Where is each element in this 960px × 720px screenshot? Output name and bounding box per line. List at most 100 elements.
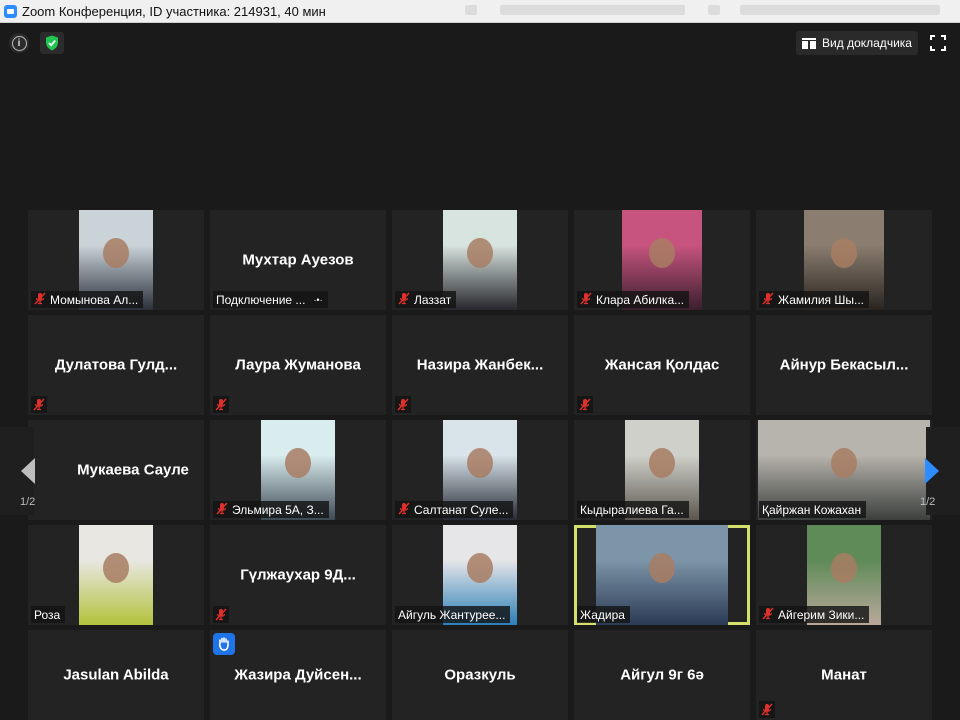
participant-name: Салтанат Суле...: [414, 502, 509, 517]
muted-mic-icon: [762, 606, 774, 620]
muted-mic-icon: [579, 398, 591, 411]
participant-video: [79, 525, 153, 625]
participant-tile[interactable]: Гүлжаухар 9Д...: [210, 525, 386, 625]
participant-tile[interactable]: Жазира Дуйсен...: [210, 630, 386, 720]
page-indicator-right: 1/2: [920, 496, 936, 508]
participant-silhouette: [103, 553, 129, 583]
participant-tile[interactable]: Назира Жанбек...: [392, 315, 568, 415]
meeting-info-button[interactable]: i: [9, 33, 29, 53]
muted-mic-icon: [762, 291, 774, 305]
participant-name-label: Жадира: [577, 606, 630, 623]
participant-name: Жазира Дуйсен...: [234, 666, 362, 684]
participant-tile[interactable]: Дулатова Гулд...: [28, 315, 204, 415]
participant-name: Жансая Қолдас: [604, 356, 720, 374]
participant-silhouette: [831, 448, 857, 478]
participant-tile[interactable]: Jasulan Abilda: [28, 630, 204, 720]
arrow-right-icon: [925, 458, 939, 484]
participant-tile[interactable]: Жамилия Шы...: [756, 210, 932, 310]
security-button[interactable]: [40, 32, 64, 54]
participant-silhouette: [467, 448, 493, 478]
muted-mic-icon: [580, 291, 592, 305]
fullscreen-icon: [930, 35, 946, 51]
participant-name-label: Эльмира 5А, З...: [213, 501, 329, 518]
participant-tile[interactable]: Жадира: [574, 525, 750, 625]
participant-name: Эльмира 5А, З...: [232, 502, 324, 517]
background-window-ghost: [740, 5, 940, 15]
muted-indicator: [213, 606, 229, 623]
participant-tile[interactable]: Мухтар Ауезов Подключение ... ·•·: [210, 210, 386, 310]
muted-mic-icon: [215, 608, 227, 621]
connection-status: Подключение ...: [216, 292, 306, 307]
page-indicator-left: 1/2: [20, 496, 36, 508]
background-window-ghost: [500, 5, 685, 15]
participant-name: Қайржан Кожахан: [762, 502, 862, 517]
participant-name: Клара Абилка...: [596, 292, 685, 307]
participant-tile[interactable]: Момынова Ал...: [28, 210, 204, 310]
participant-tile[interactable]: Оразкуль: [392, 630, 568, 720]
connecting-indicator-icon: ·•·: [313, 294, 323, 305]
participant-tile[interactable]: Мукаева Сауле: [28, 420, 204, 520]
participant-name-label: Жамилия Шы...: [759, 291, 870, 308]
background-window-ghost: [465, 5, 477, 15]
participant-tile[interactable]: Клара Абилка...: [574, 210, 750, 310]
participant-tile[interactable]: Айгуль Жантурее...: [392, 525, 568, 625]
participant-tile[interactable]: Салтанат Суле...: [392, 420, 568, 520]
speaker-view-icon: [802, 37, 817, 49]
participant-tile[interactable]: Лаура Жуманова: [210, 315, 386, 415]
participant-silhouette: [649, 553, 675, 583]
participant-tile[interactable]: Айгерим Зики...: [756, 525, 932, 625]
participant-name-label: Салтанат Суле...: [395, 501, 514, 518]
connection-status-label: Подключение ... ·•·: [213, 291, 328, 308]
participant-name-label: Қайржан Кожахан: [759, 501, 867, 518]
info-icon: i: [11, 35, 27, 51]
window-title: Zoom Конференция, ID участника: 214931, …: [22, 3, 326, 19]
muted-indicator: [577, 396, 593, 413]
participant-name-label: Кыдыралиева Га...: [577, 501, 689, 518]
muted-mic-icon: [216, 501, 228, 515]
muted-mic-icon: [215, 398, 227, 411]
participant-silhouette: [649, 238, 675, 268]
background-window-ghost: [708, 5, 720, 15]
participant-silhouette: [467, 553, 493, 583]
participant-name-label: Айгерим Зики...: [759, 606, 870, 623]
participant-silhouette: [649, 448, 675, 478]
participant-name: Айгуль Жантурее...: [398, 607, 506, 622]
participant-tile[interactable]: Қайржан Кожахан: [756, 420, 932, 520]
participant-name: Назира Жанбек...: [416, 356, 544, 374]
participant-name-label: Момынова Ал...: [31, 291, 144, 308]
arrow-left-icon: [21, 458, 35, 484]
muted-mic-icon: [398, 501, 410, 515]
participant-tile[interactable]: Роза: [28, 525, 204, 625]
participant-tile[interactable]: Манат: [756, 630, 932, 720]
participant-silhouette: [285, 448, 311, 478]
participant-name: Жамилия Шы...: [778, 292, 865, 307]
participant-tile[interactable]: Айгул 9г 6ә: [574, 630, 750, 720]
participant-silhouette: [831, 553, 857, 583]
participant-silhouette: [103, 238, 129, 268]
participant-tile[interactable]: Лаззат: [392, 210, 568, 310]
muted-mic-icon: [398, 291, 410, 305]
participant-name-label: Айгуль Жантурее...: [395, 606, 511, 623]
muted-mic-icon: [397, 398, 409, 411]
window-title-bar: Zoom Конференция, ID участника: 214931, …: [0, 0, 960, 23]
participant-name: Айгул 9г 6ә: [620, 666, 704, 684]
participant-name: Манат: [821, 666, 867, 684]
raised-hand-icon: [213, 633, 235, 655]
participant-name: Момынова Ал...: [50, 292, 139, 307]
muted-indicator: [31, 396, 47, 413]
participant-silhouette: [467, 238, 493, 268]
participant-tile[interactable]: Кыдыралиева Га...: [574, 420, 750, 520]
speaker-view-button[interactable]: Вид докладчика: [796, 31, 918, 55]
participant-tile[interactable]: Эльмира 5А, З...: [210, 420, 386, 520]
participant-silhouette: [831, 238, 857, 268]
participant-name: Мукаева Сауле: [77, 461, 189, 479]
participant-tile[interactable]: Жансая Қолдас: [574, 315, 750, 415]
fullscreen-button[interactable]: [928, 33, 948, 53]
speaker-view-label: Вид докладчика: [822, 36, 912, 50]
muted-indicator: [395, 396, 411, 413]
participant-tile[interactable]: Айнур Бекасыл...: [756, 315, 932, 415]
participant-name: Лаура Жуманова: [235, 356, 361, 374]
muted-mic-icon: [761, 703, 773, 716]
muted-mic-icon: [34, 291, 46, 305]
participant-name: Гүлжаухар 9Д...: [240, 566, 356, 584]
